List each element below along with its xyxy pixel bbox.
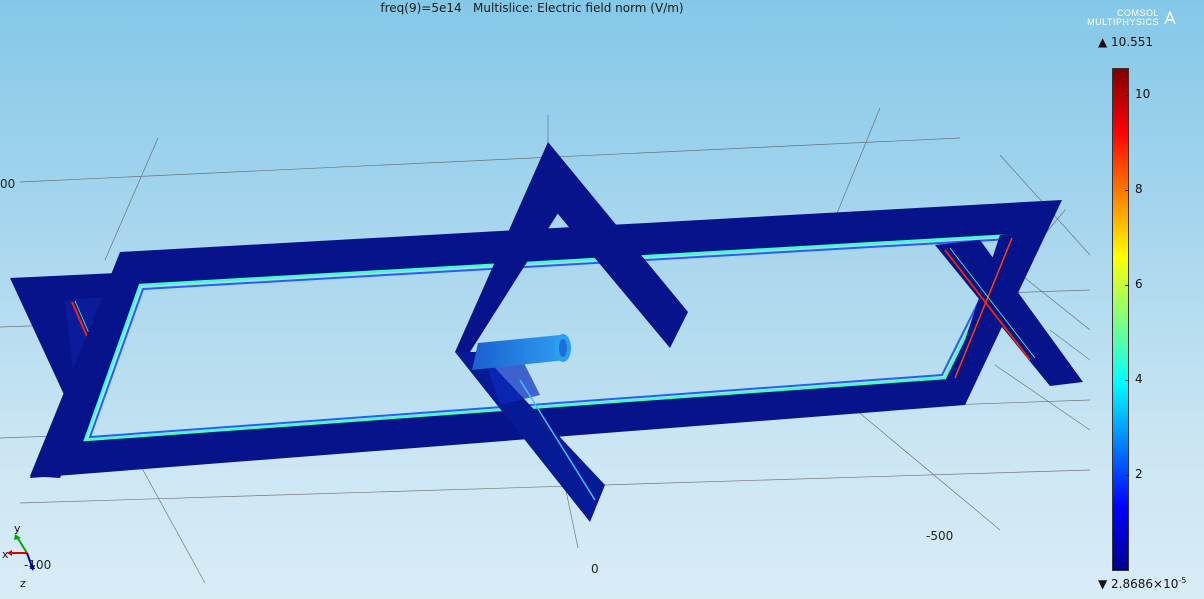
colorbar-max-label: ▲ 10.551 [1098, 35, 1154, 49]
colorbar-tick-label: 2 [1135, 467, 1143, 481]
colorbar-tick [1125, 380, 1129, 381]
colorbar-tick [1125, 475, 1129, 476]
colorbar [1112, 68, 1129, 571]
colorbar-tick-label: 8 [1135, 182, 1143, 196]
colorbar-min-label: ▼ 2.8686×10-5 [1098, 576, 1187, 591]
colorbar-tick-label: 6 [1135, 277, 1143, 291]
triad-z-label: z [20, 577, 26, 590]
axis-triad: y x z [2, 522, 35, 590]
axis-label-bottom-center: 0 [591, 562, 599, 576]
comsol-logo: COMSOL MULTIPHYSICS [1087, 9, 1176, 27]
colorbar-tick [1125, 190, 1129, 191]
axis-label-left-top: 00 [0, 177, 16, 191]
colorbar-tick [1125, 95, 1129, 96]
colorbar-tick-label: 10 [1135, 87, 1151, 101]
colorbar-tick-label: 4 [1135, 372, 1143, 386]
model-viewport[interactable] [0, 0, 1090, 599]
triad-x-label: x [2, 548, 9, 561]
colorbar-tick [1125, 285, 1129, 286]
comsol-logo-icon [1164, 11, 1176, 25]
triad-y-label: y [14, 522, 21, 535]
axis-label-bottom-right: -500 [926, 529, 954, 543]
